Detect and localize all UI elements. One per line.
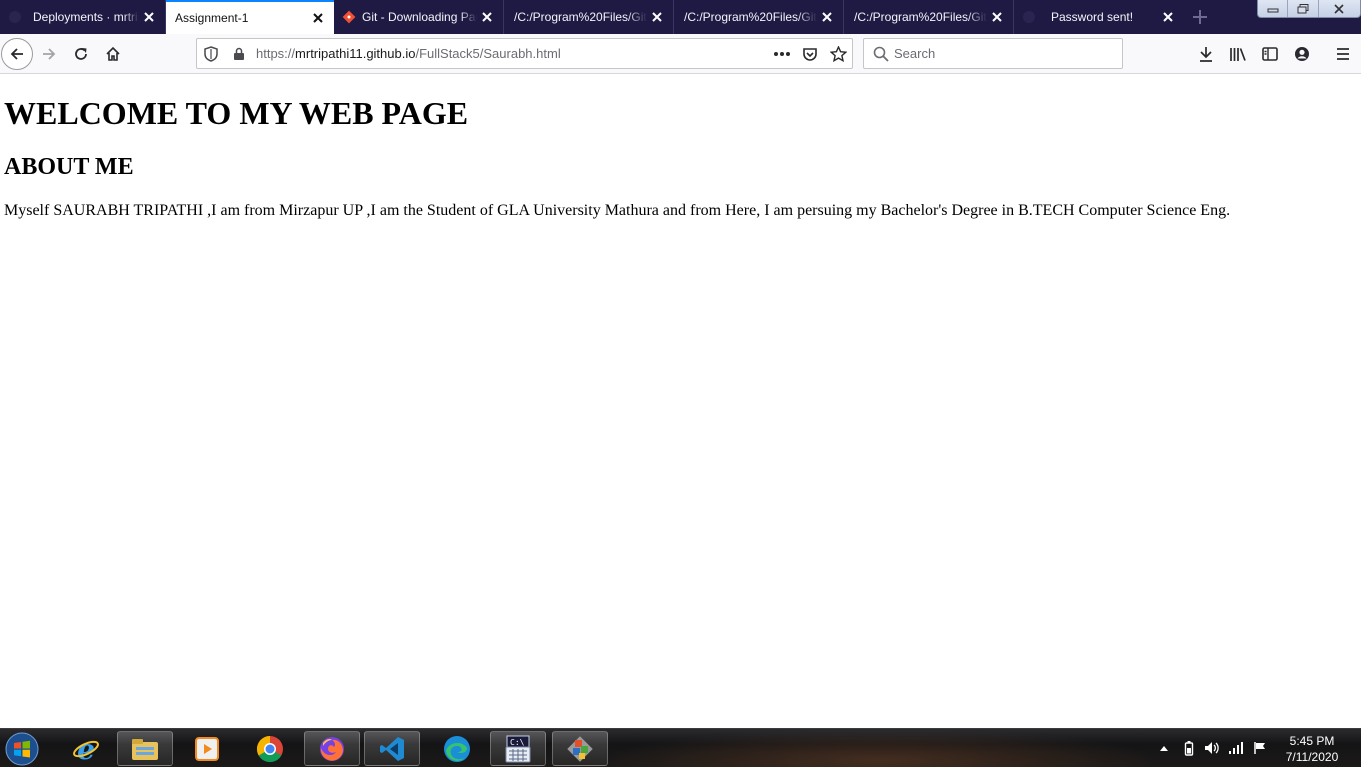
chevron-up-icon[interactable]	[1156, 740, 1172, 756]
tab-strip: Deployments · mrtripathi11 Assignment-1 …	[0, 0, 1361, 34]
system-clock[interactable]: 5:45 PM 7/11/2020	[1278, 733, 1346, 765]
back-button[interactable]	[1, 38, 33, 70]
menu-button[interactable]	[1329, 40, 1357, 68]
tab-program-files-git-2[interactable]: /C:/Program%20Files/Git/	[674, 0, 844, 34]
web-page-content: WELCOME TO MY WEB PAGE ABOUT ME Myself S…	[0, 75, 1361, 728]
close-icon[interactable]	[817, 7, 837, 27]
network-signal-icon[interactable]	[1228, 740, 1244, 756]
close-icon[interactable]	[477, 7, 497, 27]
restore-icon	[1297, 3, 1309, 13]
search-icon	[872, 45, 890, 63]
home-button[interactable]	[97, 38, 129, 70]
tab-program-files-git-3[interactable]: /C:/Program%20Files/Git/	[844, 0, 1014, 34]
star-icon[interactable]	[829, 45, 847, 63]
internet-explorer-icon[interactable]: e	[58, 731, 114, 766]
plus-icon	[1193, 10, 1207, 24]
windows-logo-icon	[5, 732, 39, 765]
firefox-icon[interactable]	[304, 731, 360, 766]
start-button[interactable]	[2, 730, 42, 767]
svg-text:e: e	[77, 734, 95, 764]
download-icon	[1200, 47, 1212, 62]
tab-title: /C:/Program%20Files/Git/	[514, 10, 647, 24]
action-center-flag-icon[interactable]	[1252, 740, 1268, 756]
close-icon[interactable]	[1158, 7, 1178, 27]
more-actions-icon[interactable]	[773, 45, 791, 63]
lock-icon[interactable]	[230, 45, 248, 63]
github-icon	[1022, 10, 1036, 24]
tab-password-sent[interactable]: Password sent!	[1014, 0, 1184, 34]
tab-title: Deployments · mrtripathi11	[33, 10, 139, 24]
reload-icon	[75, 48, 87, 60]
tab-program-files-git-1[interactable]: /C:/Program%20Files/Git/	[504, 0, 674, 34]
search-bar[interactable]	[863, 38, 1123, 69]
vscode-icon[interactable]	[364, 731, 420, 766]
navigation-toolbar: https://mrtripathi11.github.io/FullStack…	[0, 34, 1361, 74]
clock-date: 7/11/2020	[1285, 750, 1339, 764]
sidebar-button[interactable]	[1256, 40, 1284, 68]
close-icon[interactable]	[647, 7, 667, 27]
battery-icon[interactable]	[1181, 740, 1197, 756]
account-icon	[1295, 47, 1309, 61]
page-heading: WELCOME TO MY WEB PAGE	[4, 95, 469, 131]
url-text[interactable]: https://mrtripathi11.github.io/FullStack…	[256, 39, 561, 68]
windows-taskbar: e C:\ 5:45 PM 7/11/2020	[0, 728, 1361, 767]
url-bar[interactable]: https://mrtripathi11.github.io/FullStack…	[196, 38, 853, 69]
media-player-icon[interactable]	[179, 731, 235, 766]
tab-title: Git - Downloading Package	[362, 10, 477, 24]
minimize-button[interactable]	[1258, 0, 1289, 17]
svg-text:C:\: C:\	[510, 738, 525, 747]
speaker-icon[interactable]	[1204, 740, 1220, 756]
tab-assignment-1[interactable]: Assignment-1	[166, 0, 334, 34]
account-button[interactable]	[1288, 40, 1316, 68]
close-icon[interactable]	[987, 7, 1007, 27]
url-path: /FullStack5/Saurabh.html	[415, 46, 561, 61]
pocket-icon[interactable]	[801, 45, 819, 63]
downloads-button[interactable]	[1192, 40, 1220, 68]
tab-deployments[interactable]: Deployments · mrtripathi11	[0, 0, 166, 34]
hamburger-menu-icon	[1337, 48, 1349, 60]
git-icon	[342, 10, 356, 24]
new-tab-button[interactable]	[1188, 5, 1212, 29]
tab-title: /C:/Program%20Files/Git/	[684, 10, 817, 24]
close-window-button[interactable]	[1319, 0, 1360, 17]
git-gui-icon[interactable]	[552, 731, 608, 766]
clock-time: 5:45 PM	[1289, 734, 1335, 748]
tab-title: Password sent!	[1051, 10, 1134, 24]
library-icon	[1230, 48, 1246, 61]
close-icon	[1334, 3, 1344, 14]
command-prompt-icon[interactable]: C:\	[490, 731, 546, 766]
taskbar-wallpaper-glow	[600, 729, 1160, 767]
file-explorer-icon[interactable]	[117, 731, 173, 766]
search-input[interactable]	[894, 43, 1114, 64]
about-paragraph: Myself SAURABH TRIPATHI ,I am from Mirza…	[4, 202, 1231, 219]
forward-button[interactable]	[33, 38, 65, 70]
tab-title: Assignment-1	[175, 11, 249, 25]
window-controls	[1257, 0, 1361, 18]
url-scheme: https://	[256, 46, 296, 61]
chrome-icon[interactable]	[242, 731, 298, 766]
tab-git-downloading[interactable]: Git - Downloading Package	[334, 0, 504, 34]
tab-title: /C:/Program%20Files/Git/	[854, 10, 987, 24]
arrow-left-icon	[10, 48, 23, 60]
sidebar-icon	[1262, 47, 1278, 61]
shield-icon[interactable]	[202, 45, 220, 63]
library-button[interactable]	[1224, 40, 1252, 68]
url-host: mrtripathi11.github.io	[295, 46, 416, 61]
system-tray	[1156, 733, 1276, 764]
edge-icon[interactable]	[429, 731, 485, 766]
home-icon	[106, 46, 120, 61]
reload-button[interactable]	[65, 38, 97, 70]
arrow-right-icon	[43, 48, 56, 60]
close-icon[interactable]	[139, 7, 159, 27]
page-subheading: ABOUT ME	[4, 154, 134, 180]
github-icon	[8, 10, 22, 24]
close-icon[interactable]	[308, 8, 328, 28]
minimize-icon	[1267, 8, 1279, 12]
restore-button[interactable]	[1288, 0, 1319, 17]
